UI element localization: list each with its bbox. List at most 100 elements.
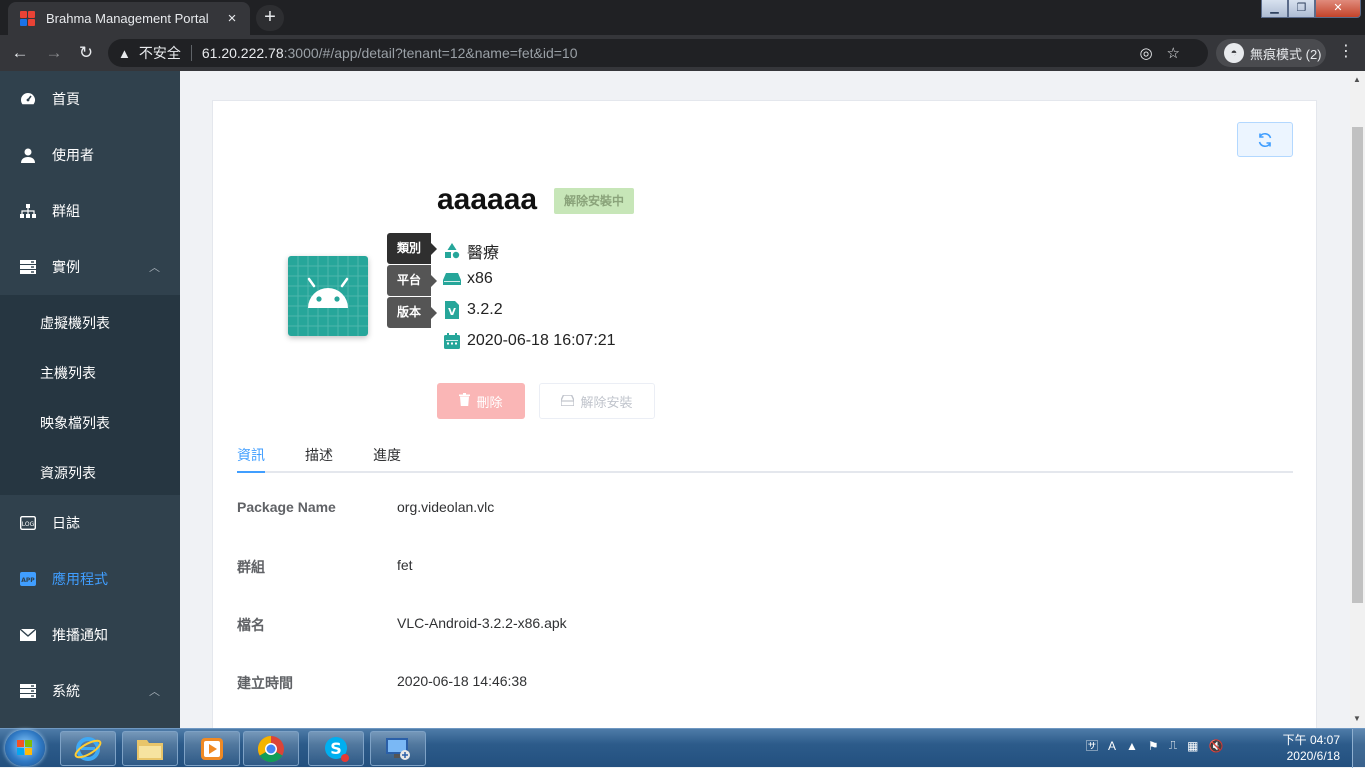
taskbar-media-button[interactable] xyxy=(184,731,240,766)
uninstall-label: 解除安裝 xyxy=(580,394,633,410)
volume-muted-icon[interactable]: 🔇 xyxy=(1208,739,1223,753)
chrome-icon xyxy=(257,735,284,762)
reload-button[interactable]: ↻ xyxy=(74,41,98,65)
sidebar-item-applications[interactable]: APP 應用程式 xyxy=(0,551,180,607)
submenu-item-host-list[interactable]: 主機列表 xyxy=(40,363,96,383)
sidebar-item-system[interactable]: 系統 ︿ xyxy=(0,663,180,719)
log-icon: LOG xyxy=(20,515,36,531)
submenu-item-resource-list[interactable]: 資源列表 xyxy=(40,463,96,483)
sidebar-item-label: 應用程式 xyxy=(52,571,108,587)
browser-menu-icon[interactable]: ⋮ xyxy=(1338,41,1354,61)
start-button[interactable] xyxy=(5,730,45,766)
delete-button[interactable]: 刪除 xyxy=(437,383,525,419)
tab-close-icon[interactable]: × xyxy=(222,10,242,27)
app-detail-card: aaaaaa 解除安裝中 類別 平台 版本 醫療 x86 V 3.2.2 202… xyxy=(212,100,1317,728)
submenu-item-image-list[interactable]: 映象檔列表 xyxy=(40,413,110,433)
usb-icon[interactable]: ⎍ xyxy=(1169,738,1177,753)
sidebar-item-label: 群組 xyxy=(52,203,80,219)
submenu-item-vm-list[interactable]: 虛擬機列表 xyxy=(40,313,110,333)
security-label[interactable]: 不安全 xyxy=(139,43,181,63)
tab-progress[interactable]: 進度 xyxy=(373,445,401,465)
platform-tag-label: 平台 xyxy=(387,265,437,296)
taskbar-explorer-button[interactable] xyxy=(122,731,178,766)
internet-explorer-icon xyxy=(74,736,102,761)
language-icon[interactable]: 🈂 xyxy=(1086,737,1098,754)
ime-icon[interactable]: A xyxy=(1108,739,1116,753)
app-name: aaaaaa xyxy=(437,183,538,216)
dashboard-icon xyxy=(20,91,36,107)
sidebar-item-instances[interactable]: 實例 ︿ xyxy=(0,239,180,295)
media-player-icon xyxy=(201,737,223,760)
bookmark-star-icon[interactable]: ☆ xyxy=(1167,45,1194,62)
location-icon[interactable]: ◎ xyxy=(1139,45,1166,62)
chevron-up-icon: ︿ xyxy=(149,686,160,698)
new-tab-button[interactable]: + xyxy=(256,5,284,31)
sidebar-item-label: 系統 xyxy=(52,683,80,699)
detail-tabs: 資訊 描述 進度 xyxy=(237,441,1293,473)
incognito-badge[interactable]: ◓ 無痕模式 (2) xyxy=(1216,39,1326,67)
refresh-icon xyxy=(1258,132,1272,147)
browser-titlebar: Brahma Management Portal × + ▁ ❐ ✕ xyxy=(0,0,1365,35)
tab-info[interactable]: 資訊 xyxy=(237,445,265,465)
sidebar-item-label: 日誌 xyxy=(52,515,80,531)
refresh-button[interactable] xyxy=(1237,122,1293,157)
window-close-button[interactable]: ✕ xyxy=(1315,0,1361,18)
sidebar-item-home[interactable]: 首頁 xyxy=(0,71,180,127)
clock-date: 2020/6/18 xyxy=(1286,749,1340,763)
detail-value: fet xyxy=(397,557,413,573)
scroll-down-icon[interactable]: ▼ xyxy=(1353,714,1361,723)
detail-key: 檔名 xyxy=(237,617,265,633)
back-button[interactable]: ← xyxy=(8,41,32,65)
svg-text:S: S xyxy=(330,739,342,758)
svg-text:V: V xyxy=(448,307,456,318)
delete-label: 刪除 xyxy=(476,394,503,410)
trash-icon xyxy=(459,393,471,409)
minimize-button[interactable]: ▁ xyxy=(1261,0,1288,18)
uninstall-button[interactable]: 解除安裝 xyxy=(539,383,655,419)
date-info: 2020-06-18 16:07:21 xyxy=(443,332,616,350)
sidebar-item-logs[interactable]: LOG 日誌 xyxy=(0,495,180,551)
portal-favicon-icon xyxy=(20,10,36,27)
window-controls: ▁ ❐ ✕ xyxy=(1261,0,1361,18)
network-icon[interactable]: ▦ xyxy=(1187,739,1198,753)
taskbar-skype-button[interactable]: S xyxy=(308,731,364,766)
warning-icon[interactable]: ▲ xyxy=(118,46,131,61)
sidebar-item-label: 實例 xyxy=(52,259,80,275)
taskbar-remote-button[interactable] xyxy=(370,731,426,766)
omnibox-separator xyxy=(190,45,192,61)
instances-submenu: 虛擬機列表 主機列表 映象檔列表 資源列表 xyxy=(0,295,180,495)
address-bar[interactable]: ▲ 不安全 61.20.222.78:3000/#/app/detail?ten… xyxy=(108,39,1208,67)
folder-icon xyxy=(137,739,163,760)
expand-tray-icon[interactable]: ▲ xyxy=(1126,739,1138,753)
version-info: V 3.2.2 xyxy=(443,301,503,319)
user-icon xyxy=(20,147,36,163)
browser-tab[interactable]: Brahma Management Portal × xyxy=(8,2,250,35)
forward-button[interactable]: → xyxy=(42,41,66,65)
sidebar: 首頁 使用者 群組 實例 ︿ 虛擬機列表 主機列表 映象檔列表 資源列表 LOG… xyxy=(0,71,180,728)
page-scrollbar[interactable]: ▲ ▼ xyxy=(1350,71,1365,728)
taskbar-clock[interactable]: 下午 04:07 2020/6/18 xyxy=(1276,732,1340,764)
platform-value: x86 xyxy=(467,270,493,287)
sidebar-item-groups[interactable]: 群組 xyxy=(0,183,180,239)
sidebar-item-notifications[interactable]: 推播通知 xyxy=(0,607,180,663)
maximize-button[interactable]: ❐ xyxy=(1288,0,1315,18)
category-value: 醫療 xyxy=(467,245,500,262)
show-desktop-button[interactable] xyxy=(1352,729,1365,768)
category-tag: 類別 xyxy=(387,233,437,264)
sidebar-item-users[interactable]: 使用者 xyxy=(0,127,180,183)
status-badge: 解除安裝中 xyxy=(554,188,635,214)
detail-value: VLC-Android-3.2.2-x86.apk xyxy=(397,615,567,631)
scroll-up-icon[interactable]: ▲ xyxy=(1353,75,1361,84)
platform-info: x86 xyxy=(443,270,493,288)
action-center-flag-icon[interactable]: ⚑ xyxy=(1148,739,1159,753)
system-icon xyxy=(20,683,36,699)
detail-value: org.videolan.vlc xyxy=(397,499,495,515)
date-value: 2020-06-18 16:07:21 xyxy=(467,332,616,349)
version-value: 3.2.2 xyxy=(467,301,503,318)
detail-key: 建立時間 xyxy=(237,675,293,691)
scrollbar-thumb[interactable] xyxy=(1352,127,1363,603)
taskbar-chrome-button[interactable] xyxy=(243,731,299,766)
tab-description[interactable]: 描述 xyxy=(305,445,333,465)
detail-key: Package Name xyxy=(237,499,336,515)
taskbar-ie-button[interactable] xyxy=(60,731,116,766)
